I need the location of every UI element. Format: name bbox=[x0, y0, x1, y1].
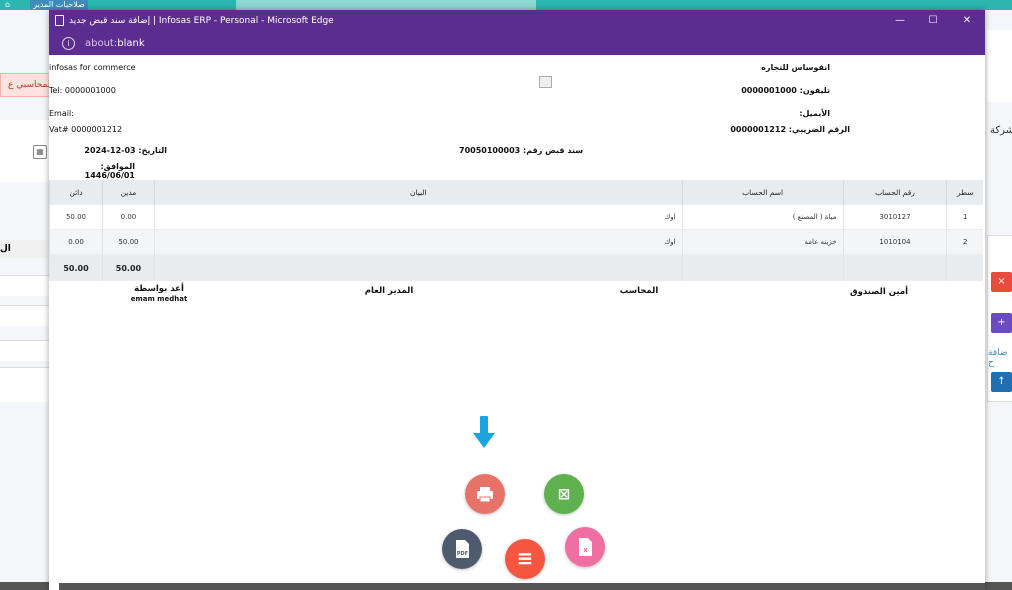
total-debit: 50.00 bbox=[101, 254, 155, 281]
cell-line: 2 bbox=[946, 229, 983, 255]
arrow-down-icon bbox=[473, 416, 495, 448]
signature-prepared-by: أعد بواسطة bbox=[134, 284, 184, 294]
totals-row: 50.00 50.00 bbox=[49, 254, 983, 281]
delete-button[interactable]: × bbox=[991, 272, 1012, 292]
maximize-button[interactable]: ☐ bbox=[918, 10, 948, 32]
total-credit: 50.00 bbox=[49, 254, 103, 281]
col-line: سطر bbox=[946, 180, 983, 205]
app-company-label: شركة bbox=[990, 125, 1012, 136]
tel-en: Tel: 0000001000 bbox=[49, 86, 116, 95]
signature-accountant: المحاسب bbox=[619, 286, 659, 296]
calendar-icon[interactable]: ▦ bbox=[33, 145, 47, 159]
email-ar: الأيميل: bbox=[799, 109, 830, 118]
email-en: Email: bbox=[49, 109, 74, 118]
cell-debit: 0.00 bbox=[101, 204, 155, 230]
address-bar[interactable]: i about:blank bbox=[49, 32, 985, 55]
tab-admin-permissions[interactable]: صلاحيات المدير bbox=[30, 0, 88, 10]
app-right-panel bbox=[987, 30, 1012, 102]
close-window-button[interactable]: ✕ bbox=[952, 10, 982, 32]
app-table-header: ال bbox=[0, 240, 50, 258]
cell-account-name: مياة ( المصنع ) bbox=[681, 204, 844, 230]
table-row: 0.00 50.00 اوك خزينه عامه 1010104 2 bbox=[49, 229, 983, 255]
cell-credit: 50.00 bbox=[49, 204, 103, 230]
pdf-icon-label: PDF bbox=[457, 551, 468, 557]
xlsx-icon-label: x bbox=[583, 546, 588, 554]
table-row: 50.00 0.00 اوك مياة ( المصنع ) 3010127 1 bbox=[49, 204, 983, 230]
cell-account-number: 1010104 bbox=[842, 229, 947, 255]
company-name-en: infosas for commerce bbox=[49, 63, 136, 72]
voucher-hijri-date: الموافق: 1446/06/01 bbox=[84, 162, 135, 180]
window-title-bar: إضافة سند قبض جديد | Infosas ERP - Perso… bbox=[49, 10, 985, 32]
company-logo-image bbox=[539, 76, 552, 88]
xlsx-export-button[interactable]: x bbox=[565, 527, 605, 567]
totals-filler bbox=[946, 254, 983, 281]
app-table-row bbox=[0, 275, 50, 296]
pdf-export-button[interactable]: PDF bbox=[442, 529, 482, 569]
col-description: البيان bbox=[153, 180, 683, 205]
col-credit: دائن bbox=[49, 180, 103, 205]
voucher-date: التاريخ: 03-12-2024 bbox=[84, 146, 167, 155]
cell-debit: 50.00 bbox=[101, 229, 155, 255]
app-table-row bbox=[0, 367, 50, 402]
cell-account-name: خزينه عامه bbox=[681, 229, 844, 255]
add-link[interactable]: ضافة ح bbox=[988, 348, 1012, 368]
xlsx-icon: x bbox=[565, 527, 605, 567]
print-icon bbox=[465, 474, 505, 514]
menu-toggle-button[interactable]: ≡ bbox=[505, 539, 545, 579]
app-table-row bbox=[0, 340, 50, 361]
excel-export-button[interactable]: ⊠ bbox=[544, 474, 584, 514]
cell-description: اوك bbox=[153, 229, 683, 255]
pdf-icon: PDF bbox=[442, 529, 482, 569]
col-debit: مدين bbox=[101, 180, 155, 205]
voucher-number: سند قبض رقم: 70050100003 bbox=[459, 146, 584, 155]
prepared-by-name: emam medhat bbox=[130, 295, 188, 303]
minimize-button[interactable]: — bbox=[885, 10, 915, 32]
app-top-bar-highlight bbox=[236, 0, 536, 10]
cell-credit: 0.00 bbox=[49, 229, 103, 255]
page-icon bbox=[55, 15, 64, 26]
window-title: إضافة سند قبض جديد | Infosas ERP - Perso… bbox=[69, 16, 334, 26]
app-accounting-label: المحاسبي ع bbox=[0, 73, 54, 97]
app-table-row bbox=[0, 305, 50, 326]
add-button[interactable]: + bbox=[991, 313, 1012, 333]
col-account-number: رقم الحساب bbox=[842, 180, 947, 205]
edge-popup-window: إضافة سند قبض جديد | Infosas ERP - Perso… bbox=[49, 10, 985, 590]
totals-filler bbox=[681, 254, 844, 281]
home-icon[interactable]: ⌂ bbox=[5, 0, 13, 9]
upload-button[interactable]: ↑ bbox=[991, 372, 1012, 392]
vat-ar: الرقم الضريبي: 0000001212 bbox=[730, 125, 850, 134]
company-name-ar: انفوساس للتجاره bbox=[761, 63, 830, 72]
signature-general-manager: المدير العام bbox=[364, 286, 414, 296]
col-account-name: اسم الحساب bbox=[681, 180, 844, 205]
cell-account-number: 3010127 bbox=[842, 204, 947, 230]
horizontal-scrollbar[interactable] bbox=[59, 583, 985, 590]
totals-filler bbox=[842, 254, 947, 281]
signature-cashier: أمين الصندوق bbox=[850, 287, 908, 297]
table-header-row: دائن مدين البيان اسم الحساب رقم الحساب س… bbox=[49, 180, 983, 205]
print-button[interactable] bbox=[465, 474, 505, 514]
cell-line: 1 bbox=[946, 204, 983, 230]
url-text[interactable]: about:blank bbox=[85, 32, 145, 55]
cell-description: اوك bbox=[153, 204, 683, 230]
voucher-lines-table: دائن مدين البيان اسم الحساب رقم الحساب س… bbox=[49, 180, 983, 281]
totals-filler bbox=[153, 254, 683, 281]
app-top-bar: ⌂ صلاحيات المدير bbox=[0, 0, 1012, 10]
info-icon[interactable]: i bbox=[62, 37, 75, 50]
vat-en: Vat# 0000001212 bbox=[49, 125, 123, 134]
tel-ar: تليفون: 0000001000 bbox=[741, 86, 830, 95]
